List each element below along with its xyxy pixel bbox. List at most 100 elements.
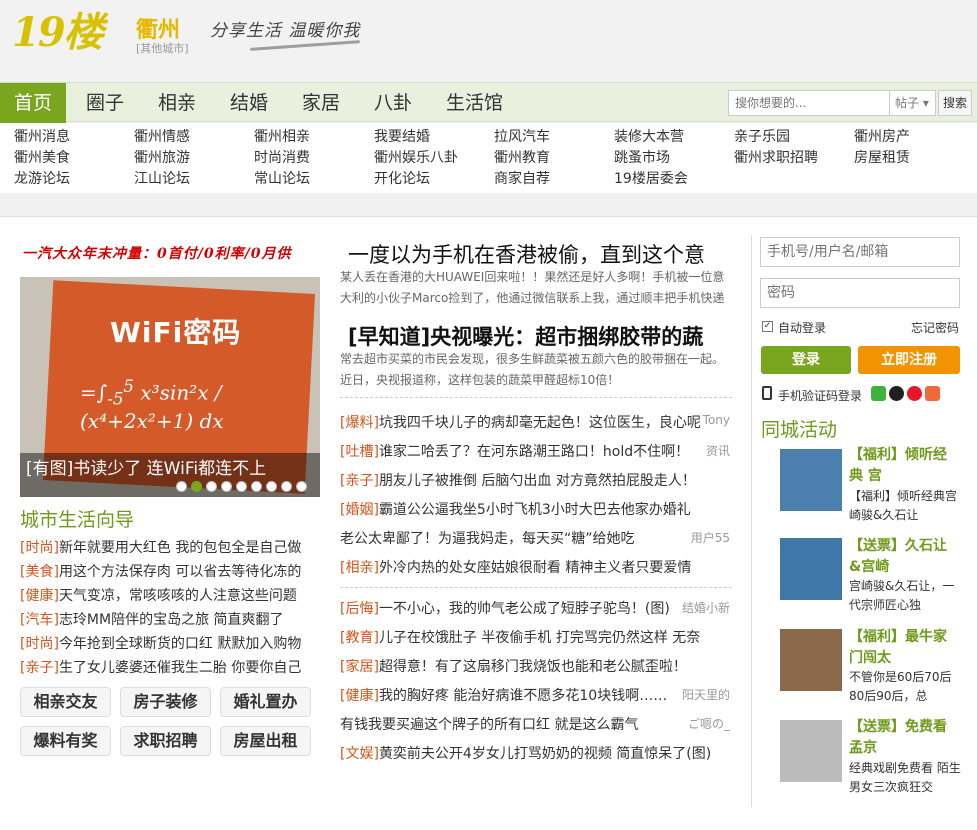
news-author[interactable]: ご嗯の_ xyxy=(688,715,730,732)
news-author[interactable]: Tony xyxy=(703,413,730,427)
sublink[interactable]: 常山论坛 xyxy=(254,169,310,190)
item-tag[interactable]: [时尚] xyxy=(20,540,59,556)
phone-login-link[interactable]: 手机验证码登录 xyxy=(778,387,862,404)
sublink[interactable]: 开化论坛 xyxy=(374,169,430,190)
other-city-link[interactable]: [其他城市] xyxy=(136,40,189,56)
list-item[interactable]: [时尚]新年就要用大红色 我的包包全是自己做 xyxy=(20,537,304,557)
site-logo[interactable]: 19楼 xyxy=(12,10,120,56)
news-row[interactable]: [亲子]朋友儿子被推倒 后脑勺出血 对方竟然拍屁股走人！ xyxy=(340,470,732,492)
news-title[interactable]: [婚姻]霸道公公逼我坐5小时飞机3小时大巴去他家办婚礼 xyxy=(340,499,691,519)
item-text[interactable]: 今年抢到全球断货的口红 默默加入购物 xyxy=(59,636,301,652)
activity-item-title[interactable]: 【福利】最牛家门闯太 xyxy=(849,627,959,669)
news-title[interactable]: [亲子]朋友儿子被推倒 后脑勺出血 对方竟然拍屁股走人！ xyxy=(340,470,696,490)
search-input[interactable] xyxy=(728,90,890,116)
qq-icon[interactable] xyxy=(889,386,904,401)
slider-dot[interactable] xyxy=(236,481,247,492)
item-tag[interactable]: [美食] xyxy=(20,564,59,580)
nav-home-decor[interactable]: 家居 xyxy=(288,83,354,123)
activity-thumbnail[interactable] xyxy=(780,449,842,511)
news-title[interactable]: [吐槽]谁家二哈丢了？在河东路潮王路口！hold不住啊！ xyxy=(340,441,689,461)
item-tag[interactable]: [后悔] xyxy=(340,601,379,617)
decoration-button[interactable]: 房子装修 xyxy=(120,687,211,717)
news-row[interactable]: [家居]超得意！有了这扇移门我烧饭也能和老公腻歪啦！ xyxy=(340,656,732,678)
image-slider[interactable]: WiFi密码 =∫-55 x³sin²x / (x⁴+2x²+1) dx [有图… xyxy=(20,277,320,497)
slider-dot[interactable] xyxy=(206,481,217,492)
auto-login-checkbox[interactable]: ✓ xyxy=(762,321,773,332)
news-row[interactable]: [文娱]黄奕前夫公开4岁女儿打骂奶奶的视频 简直惊呆了(图) xyxy=(340,743,732,765)
item-text[interactable]: 我的胸好疼 能治好病谁不愿多花10块钱啊…… xyxy=(379,688,667,704)
username-input[interactable] xyxy=(760,237,960,267)
sublink[interactable]: 拉风汽车 xyxy=(494,127,550,148)
sublink[interactable]: 衢州消息 xyxy=(14,127,70,148)
news-row[interactable]: [健康]我的胸好疼 能治好病谁不愿多花10块钱啊…… 阳天里的 xyxy=(340,685,732,707)
sublink[interactable]: 衢州求职招聘 xyxy=(734,148,818,169)
sublink[interactable]: 跳蚤市场 xyxy=(614,148,670,169)
list-item[interactable]: [时尚]今年抢到全球断货的口红 默默加入购物 xyxy=(20,633,304,653)
sublink[interactable]: 19楼居委会 xyxy=(614,169,688,190)
item-tag[interactable]: [健康] xyxy=(340,688,379,704)
news-row[interactable]: 老公太卑鄙了！为逼我妈走，每天买“糖”给她吃 用户55 xyxy=(340,528,732,550)
jobs-button[interactable]: 求职招聘 xyxy=(120,726,211,756)
nav-wedding[interactable]: 结婚 xyxy=(216,83,282,123)
item-tag[interactable]: [吐槽] xyxy=(340,444,379,460)
sublink[interactable]: 衢州旅游 xyxy=(134,148,190,169)
item-text[interactable]: 有钱我要买遍这个牌子的所有口红 就是这么霸气 xyxy=(340,717,638,733)
item-text[interactable]: 儿子在校饿肚子 半夜偷手机 打完骂完仍然这样 无奈 xyxy=(379,630,700,646)
search-type-select[interactable]: 帖子 ▾ xyxy=(890,90,936,116)
headline[interactable]: [早知道]央视曝光：超市捆绑胶带的蔬 xyxy=(348,321,703,351)
item-text[interactable]: 志玲MM陪伴的宝岛之旅 简直爽翻了 xyxy=(59,612,284,628)
news-title[interactable]: [文娱]黄奕前夫公开4岁女儿打骂奶奶的视频 简直惊呆了(图) xyxy=(340,743,711,763)
list-item[interactable]: [健康]天气变凉，常咳咳咳的人注意这些问题 xyxy=(20,585,304,605)
item-tag[interactable]: [文娱] xyxy=(340,746,379,762)
wedding-button[interactable]: 婚礼置办 xyxy=(220,687,311,717)
nav-gossip[interactable]: 八卦 xyxy=(360,83,426,123)
news-author[interactable]: 资讯 xyxy=(706,442,730,459)
slider-dot[interactable] xyxy=(176,481,187,492)
search-button[interactable]: 搜索 xyxy=(938,90,972,116)
news-title[interactable]: [相亲]外冷内热的处女座姑娘很耐看 精神主义者只要爱情 xyxy=(340,557,691,577)
sublink[interactable]: 衢州娱乐八卦 xyxy=(374,148,458,169)
list-item[interactable]: [美食]用这个方法保存肉 可以省去等待化冻的 xyxy=(20,561,304,581)
slider-dot[interactable] xyxy=(296,481,307,492)
news-row[interactable]: [后悔]一不小心，我的帅气老公成了短脖子驼鸟！(图) 结婚小新 xyxy=(340,598,732,620)
dating-button[interactable]: 相亲交友 xyxy=(20,687,111,717)
item-text[interactable]: 霸道公公逼我坐5小时飞机3小时大巴去他家办婚礼 xyxy=(379,502,691,518)
activity-item-title[interactable]: 【送票】久石让&宫崎 xyxy=(849,536,959,578)
register-button[interactable]: 立即注册 xyxy=(858,346,960,374)
forgot-password-link[interactable]: 忘记密码 xyxy=(911,319,959,336)
item-text[interactable]: 外冷内热的处女座姑娘很耐看 精神主义者只要爱情 xyxy=(379,560,691,576)
item-text[interactable]: 谁家二哈丢了？在河东路潮王路口！hold不住啊！ xyxy=(379,444,689,460)
sublink[interactable]: 衢州教育 xyxy=(494,148,550,169)
sublink[interactable]: 亲子乐园 xyxy=(734,127,790,148)
list-item[interactable]: [亲子]生了女儿婆婆还催我生二胎 你要你自己 xyxy=(20,657,304,677)
sublink[interactable]: 衢州美食 xyxy=(14,148,70,169)
weibo-icon[interactable] xyxy=(907,386,922,401)
slider-dot-active[interactable] xyxy=(191,481,202,492)
news-row[interactable]: [吐槽]谁家二哈丢了？在河东路潮王路口！hold不住啊！ 资讯 xyxy=(340,441,732,463)
renren-icon[interactable] xyxy=(925,386,940,401)
item-tag[interactable]: [婚姻] xyxy=(340,502,379,518)
item-text[interactable]: 用这个方法保存肉 可以省去等待化冻的 xyxy=(59,564,301,580)
auto-login-label[interactable]: 自动登录 xyxy=(778,319,826,336)
item-tag[interactable]: [亲子] xyxy=(20,660,59,676)
sublink[interactable]: 装修大本营 xyxy=(614,127,684,148)
sublink[interactable]: 商家自荐 xyxy=(494,169,550,190)
news-author[interactable]: 结婚小新 xyxy=(682,599,730,616)
item-text[interactable]: 坑我四千块儿子的病却毫无起色！这位医生，良心呢 xyxy=(379,415,701,431)
item-tag[interactable]: [亲子] xyxy=(340,473,379,489)
activity-thumbnail[interactable] xyxy=(780,720,842,782)
news-title[interactable]: [爆料]坑我四千块儿子的病却毫无起色！这位医生，良心呢 xyxy=(340,412,701,432)
wechat-icon[interactable] xyxy=(871,386,886,401)
item-tag[interactable]: [健康] xyxy=(20,588,59,604)
item-text[interactable]: 老公太卑鄙了！为逼我妈走，每天买“糖”给她吃 xyxy=(340,531,635,547)
sublink[interactable]: 江山论坛 xyxy=(134,169,190,190)
news-author[interactable]: 用户55 xyxy=(691,529,730,546)
item-text[interactable]: 朋友儿子被推倒 后脑勺出血 对方竟然拍屁股走人！ xyxy=(379,473,696,489)
news-title[interactable]: [后悔]一不小心，我的帅气老公成了短脖子驼鸟！(图) xyxy=(340,598,670,618)
activity-thumbnail[interactable] xyxy=(780,538,842,600)
activity-thumbnail[interactable] xyxy=(780,629,842,691)
item-tag[interactable]: [时尚] xyxy=(20,636,59,652)
item-tag[interactable]: [家居] xyxy=(340,659,379,675)
news-row[interactable]: [教育]儿子在校饿肚子 半夜偷手机 打完骂完仍然这样 无奈 xyxy=(340,627,732,649)
sublink[interactable]: 衢州房产 xyxy=(854,127,910,148)
